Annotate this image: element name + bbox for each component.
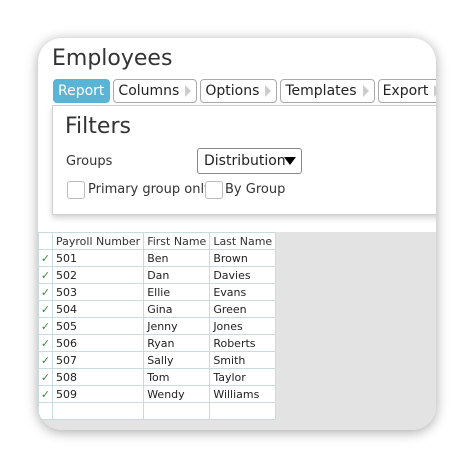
table-header-row: Payroll Number First Name Last Name — [38, 232, 277, 250]
table-cell: Ben — [143, 249, 211, 267]
check-icon[interactable]: ✓ — [38, 266, 53, 284]
check-icon[interactable]: ✓ — [38, 334, 53, 352]
table-cell: Williams — [209, 385, 277, 403]
page-title: Employees — [52, 46, 173, 71]
check-icon[interactable]: ✓ — [38, 368, 53, 386]
table-cell: Brown — [209, 249, 277, 267]
tab-label: Options — [205, 83, 260, 99]
table-cell: 501 — [51, 249, 145, 267]
table-cell: Sally — [143, 351, 211, 369]
check-icon[interactable]: ✓ — [38, 385, 53, 403]
check-icon[interactable]: ✓ — [38, 249, 53, 267]
tab-bar: Report Columns Options Templates Export — [53, 79, 436, 105]
table-cell — [38, 402, 53, 420]
check-icon[interactable]: ✓ — [38, 300, 53, 318]
table-cell: Roberts — [209, 334, 277, 352]
table-cell: Green — [209, 300, 277, 318]
tab-export[interactable]: Export — [377, 79, 436, 103]
table-row[interactable]: ✓ 505 Jenny Jones — [38, 317, 277, 335]
chevron-right-icon — [434, 85, 436, 97]
tab-label: Columns — [118, 83, 180, 99]
by-group-label: By Group — [225, 182, 286, 197]
table-cell: Davies — [209, 266, 277, 284]
tab-label: Export — [382, 83, 429, 99]
tab-templates[interactable]: Templates — [280, 79, 375, 103]
table-cell: Taylor — [209, 368, 277, 386]
chevron-right-icon — [265, 85, 272, 97]
table-row[interactable]: ✓ 501 Ben Brown — [38, 249, 277, 267]
chevron-right-icon — [362, 85, 369, 97]
table-cell: 506 — [51, 334, 145, 352]
column-header[interactable]: Payroll Number — [51, 232, 145, 250]
tab-options[interactable]: Options — [200, 79, 278, 103]
filters-panel: Filters Groups Distribution Primary grou… — [52, 105, 436, 215]
groups-label: Groups — [66, 154, 113, 169]
table-cell: Evans — [209, 283, 277, 301]
table-cell: Ryan — [143, 334, 211, 352]
primary-group-only-checkbox[interactable] — [67, 181, 85, 199]
column-header[interactable]: First Name — [143, 232, 211, 250]
table-cell: Jones — [209, 317, 277, 335]
table-cell: 502 — [51, 266, 145, 284]
table-cell: Gina — [143, 300, 211, 318]
table-cell: 508 — [51, 368, 145, 386]
table-row[interactable]: ✓ 502 Dan Davies — [38, 266, 277, 284]
table-cell: Wendy — [143, 385, 211, 403]
column-header[interactable]: Last Name — [209, 232, 277, 250]
check-icon[interactable]: ✓ — [38, 351, 53, 369]
table-row[interactable]: ✓ 507 Sally Smith — [38, 351, 277, 369]
table-row[interactable]: ✓ 509 Wendy Williams — [38, 385, 277, 403]
tab-label: Templates — [285, 83, 357, 99]
table-cell: 507 — [51, 351, 145, 369]
table-row[interactable]: ✓ 506 Ryan Roberts — [38, 334, 277, 352]
table-cell: 505 — [51, 317, 145, 335]
select-column-header — [38, 232, 53, 250]
table-cell: 503 — [51, 283, 145, 301]
caret-down-icon — [284, 157, 296, 165]
check-icon[interactable]: ✓ — [38, 317, 53, 335]
chevron-right-icon — [185, 85, 192, 97]
primary-group-only-label: Primary group only — [88, 182, 212, 197]
table-cell: Tom — [143, 368, 211, 386]
table-cell — [209, 402, 277, 420]
groups-select[interactable]: Distribution — [197, 148, 302, 174]
table-cell: 504 — [51, 300, 145, 318]
table-cell: 509 — [51, 385, 145, 403]
table-cell: Dan — [143, 266, 211, 284]
table-cell — [143, 402, 211, 420]
table-row[interactable]: ✓ 504 Gina Green — [38, 300, 277, 318]
app-window: Employees Report Columns Options Templat… — [38, 38, 436, 430]
table-cell — [51, 402, 145, 420]
table-cell: Smith — [209, 351, 277, 369]
check-icon[interactable]: ✓ — [38, 283, 53, 301]
tab-report[interactable]: Report — [53, 79, 111, 103]
table-row[interactable]: ✓ 503 Ellie Evans — [38, 283, 277, 301]
table-row[interactable]: ✓ 508 Tom Taylor — [38, 368, 277, 386]
table-cell: Jenny — [143, 317, 211, 335]
tab-columns[interactable]: Columns — [113, 79, 198, 103]
employees-table: Payroll Number First Name Last Name ✓ 501… — [38, 232, 277, 420]
table-row-empty — [38, 402, 277, 420]
groups-select-value: Distribution — [204, 153, 286, 169]
table-cell: Ellie — [143, 283, 211, 301]
tab-label: Report — [58, 83, 105, 99]
filters-title: Filters — [65, 114, 131, 139]
by-group-checkbox[interactable] — [205, 181, 223, 199]
